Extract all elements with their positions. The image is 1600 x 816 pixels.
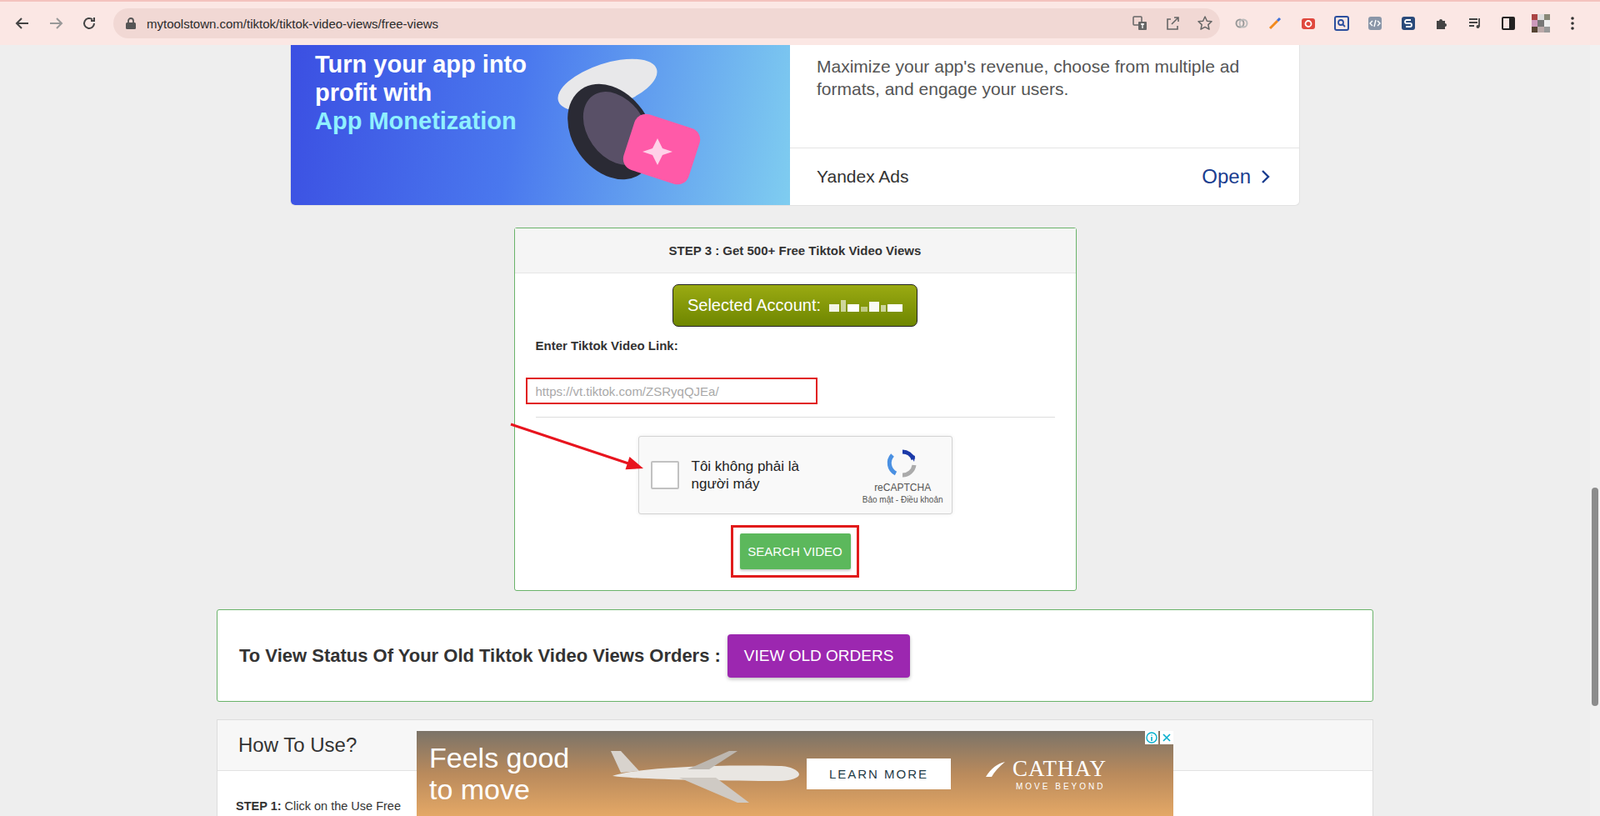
learn-more-button[interactable]: LEARN MORE	[806, 758, 951, 790]
recaptcha-terms-links[interactable]: Bảo mật - Điều khoản	[862, 495, 944, 505]
recaptcha-checkbox[interactable]	[650, 460, 680, 490]
extension-button[interactable]	[1358, 8, 1392, 39]
avatar-pixel	[1544, 14, 1550, 20]
avatar-pixel	[1531, 14, 1538, 20]
redaction-pixel	[840, 300, 846, 312]
address-bar[interactable]: mytoolstown.com/tiktok/tiktok-video-view…	[113, 8, 1220, 39]
browser-window: mytoolstown.com/tiktok/tiktok-video-view…	[0, 0, 1600, 816]
recaptcha-widget: Tôi không phải là người máy reCAPTCHABảo …	[638, 435, 953, 515]
redaction-pixel	[887, 304, 903, 312]
ad-choices	[1145, 730, 1174, 745]
step-title: STEP 3 : Get 500+ Free Tiktok Video View…	[515, 228, 1076, 274]
translate-icon[interactable]	[1131, 15, 1149, 32]
media-button[interactable]	[1458, 8, 1492, 39]
extensions-bar	[1225, 8, 1590, 39]
ad-advertiser: Yandex Ads	[816, 166, 910, 187]
link-ring-icon	[1234, 15, 1250, 31]
ad-footer: Yandex Ads Open	[790, 148, 1300, 205]
account-name-redacted	[829, 300, 903, 312]
menu-button[interactable]	[1555, 8, 1590, 39]
reload-button[interactable]	[74, 8, 105, 39]
ad-image: Turn your app intoprofit withApp Monetiz…	[290, 45, 790, 205]
media-list-icon	[1467, 15, 1483, 31]
brushwing-icon	[984, 760, 1006, 779]
back-arrow-icon	[14, 15, 31, 32]
redaction-pixel	[860, 306, 868, 312]
extension-button[interactable]	[1325, 8, 1359, 39]
ad-description: Maximize your app's revenue, choose from…	[790, 45, 1300, 149]
step-text: Click on the Use Free	[285, 799, 401, 813]
divider	[535, 416, 1055, 418]
camera-icon	[1300, 15, 1316, 31]
input-highlight-box	[525, 377, 818, 405]
avatar-pixel	[1531, 20, 1538, 26]
code-icon	[1367, 15, 1383, 31]
video-link-label: Enter Tiktok Video Link:	[535, 338, 1055, 353]
paint-brush-icon	[1267, 15, 1283, 31]
avatar-pixel	[1537, 26, 1544, 33]
avatar-pixel	[1544, 20, 1550, 26]
back-button[interactable]	[7, 8, 38, 39]
ad-headline: Turn your app intoprofit withApp Monetiz…	[290, 45, 790, 135]
extension-button[interactable]	[1225, 8, 1259, 39]
floating-discs-icon	[540, 45, 708, 206]
recaptcha-brand: reCAPTCHA	[874, 481, 931, 494]
share-icon[interactable]	[1164, 15, 1181, 32]
old-orders-text: To View Status Of Your Old Tiktok Video …	[239, 645, 721, 667]
recaptcha-arrows-icon	[885, 446, 920, 480]
selected-account-badge: Selected Account:	[672, 284, 918, 327]
step-label: STEP 1:	[235, 799, 282, 813]
inspect-icon	[1334, 15, 1350, 31]
avatar-pixel	[1531, 26, 1538, 33]
extensions-button[interactable]	[1425, 8, 1459, 39]
ad-info: Maximize your app's revenue, choose from…	[790, 45, 1300, 205]
close-icon[interactable]	[1160, 730, 1174, 745]
recaptcha-logo: reCAPTCHABảo mật - Điều khoản	[862, 446, 944, 505]
search-video-button[interactable]: SEARCH VIDEO	[740, 533, 851, 570]
extension-button[interactable]	[1391, 8, 1425, 39]
browser-toolbar: mytoolstown.com/tiktok/tiktok-video-view…	[0, 0, 1600, 45]
scrollbar[interactable]	[1590, 45, 1600, 816]
forward-button[interactable]	[40, 8, 71, 39]
url-text: mytoolstown.com/tiktok/tiktok-video-view…	[146, 16, 439, 31]
puzzle-icon	[1434, 15, 1450, 31]
page-viewport: Turn your app intoprofit withApp Monetiz…	[0, 45, 1600, 816]
view-old-orders-button[interactable]: VIEW OLD ORDERS	[727, 634, 910, 678]
annotation-arrow-icon	[506, 415, 653, 479]
extension-button[interactable]	[1258, 8, 1292, 39]
profile-avatar[interactable]	[1531, 14, 1550, 33]
page-content: Turn your app intoprofit withApp Monetiz…	[0, 45, 1600, 816]
ad-open-link[interactable]: Open	[1201, 165, 1271, 189]
button-highlight-box: SEARCH VIDEO	[730, 525, 860, 578]
airplane-icon	[604, 739, 805, 806]
cathay-headline: Feels goodto move	[416, 741, 807, 805]
reload-icon	[80, 15, 98, 32]
side-panel-button[interactable]	[1491, 8, 1525, 39]
cathay-logo: CATHAYMOVE BEYOND	[984, 755, 1107, 791]
app-monetization-ad[interactable]: Turn your app intoprofit withApp Monetiz…	[290, 45, 1300, 206]
scrollbar-thumb[interactable]	[1591, 487, 1599, 706]
account-label: Selected Account:	[687, 295, 821, 315]
redaction-pixel	[829, 304, 840, 312]
step-card: STEP 3 : Get 500+ Free Tiktok Video View…	[514, 227, 1077, 591]
recaptcha-label: Tôi không phải là người máy	[691, 457, 825, 493]
s-app-icon	[1400, 15, 1416, 31]
video-link-input[interactable]	[527, 384, 816, 399]
cathay-ad-banner[interactable]: Feels goodto moveLEARN MORE CATHAYMOVE BE…	[416, 730, 1174, 816]
avatar-pixel	[1544, 26, 1550, 33]
redaction-pixel	[847, 304, 860, 312]
side-panel-icon	[1500, 15, 1516, 31]
info-icon[interactable]	[1145, 730, 1159, 745]
star-icon[interactable]	[1196, 15, 1214, 32]
redaction-pixel	[880, 305, 886, 312]
lock-icon	[125, 16, 137, 30]
old-orders-card: To View Status Of Your Old Tiktok Video …	[216, 609, 1374, 702]
avatar-pixel	[1537, 20, 1544, 26]
redaction-pixel	[869, 301, 880, 312]
forward-arrow-icon	[47, 15, 65, 32]
more-dots-icon	[1570, 15, 1575, 31]
avatar-pixel	[1537, 14, 1544, 20]
chevron-right-icon	[1259, 168, 1271, 185]
extension-button[interactable]	[1291, 8, 1325, 39]
